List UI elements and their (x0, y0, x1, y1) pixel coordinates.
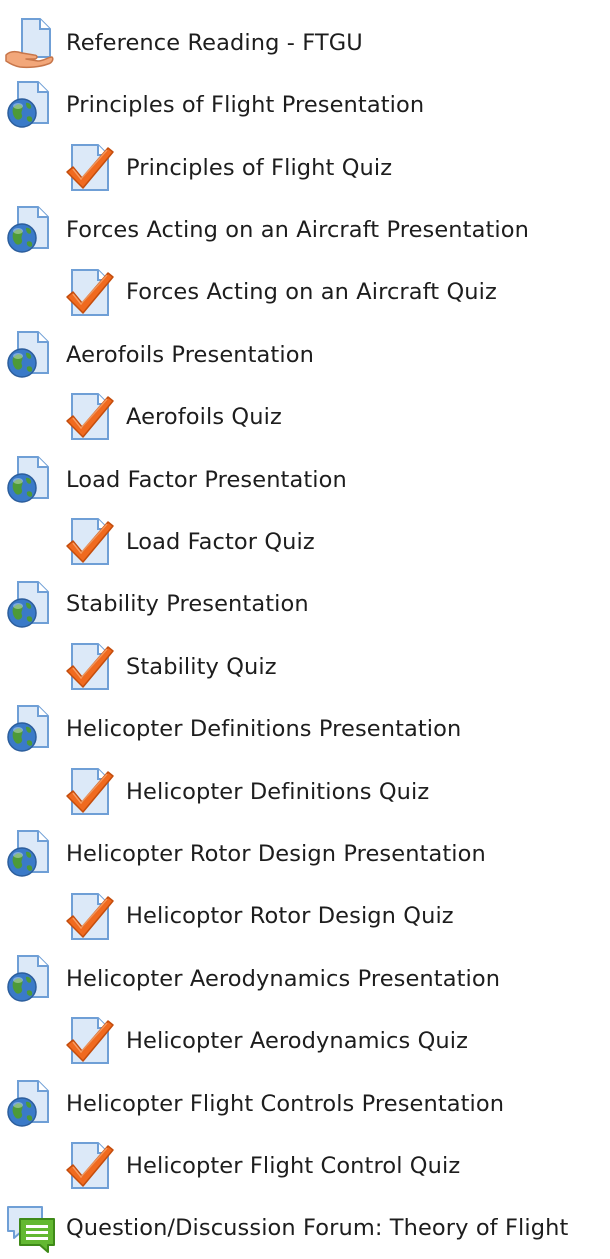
url-activity-item[interactable]: Principles of Flight Presentation (4, 75, 424, 135)
quiz-checkmark-icon (64, 142, 116, 194)
forum-chat-icon (4, 1203, 56, 1255)
url-activity-item[interactable]: Forces Acting on an Aircraft Presentatio… (4, 200, 529, 260)
activity-link[interactable]: Load Factor Quiz (126, 531, 315, 554)
url-globe-icon (4, 579, 56, 631)
activity-link[interactable]: Helicopter Flight Controls Presentation (66, 1093, 504, 1116)
url-globe-icon (4, 703, 56, 755)
url-globe-icon (4, 953, 56, 1005)
url-globe-icon (4, 329, 56, 381)
url-globe-icon (4, 79, 56, 131)
quiz-checkmark-icon (64, 267, 116, 319)
activity-link[interactable]: Aerofoils Quiz (126, 406, 282, 429)
resource-activity-item[interactable]: Reference Reading - FTGU (4, 13, 363, 73)
quiz-checkmark-icon (64, 516, 116, 568)
activity-link[interactable]: Question/Discussion Forum: Theory of Fli… (66, 1217, 568, 1240)
quiz-checkmark-icon (64, 766, 116, 818)
activity-link[interactable]: Aerofoils Presentation (66, 344, 314, 367)
activity-link[interactable]: Reference Reading - FTGU (66, 32, 363, 55)
quiz-checkmark-icon (64, 391, 116, 443)
forum-activity-item[interactable]: Question/Discussion Forum: Theory of Fli… (4, 1199, 568, 1259)
activity-link[interactable]: Forces Acting on an Aircraft Presentatio… (66, 219, 529, 242)
file-hand-icon (4, 17, 56, 69)
quiz-activity-item[interactable]: Aerofoils Quiz (64, 387, 282, 447)
url-activity-item[interactable]: Helicopter Definitions Presentation (4, 699, 461, 759)
quiz-checkmark-icon (64, 641, 116, 693)
quiz-activity-item[interactable]: Forces Acting on an Aircraft Quiz (64, 263, 497, 323)
url-globe-icon (4, 454, 56, 506)
activity-link[interactable]: Principles of Flight Presentation (66, 94, 424, 117)
activity-link[interactable]: Principles of Flight Quiz (126, 157, 392, 180)
activity-link[interactable]: Stability Presentation (66, 593, 309, 616)
activity-link[interactable]: Helicopter Rotor Design Presentation (66, 843, 486, 866)
url-activity-item[interactable]: Aerofoils Presentation (4, 325, 314, 385)
quiz-activity-item[interactable]: Stability Quiz (64, 637, 277, 697)
quiz-activity-item[interactable]: Load Factor Quiz (64, 512, 315, 572)
url-globe-icon (4, 1078, 56, 1130)
quiz-activity-item[interactable]: Helicoptor Rotor Design Quiz (64, 887, 454, 947)
activity-link[interactable]: Stability Quiz (126, 656, 277, 679)
activity-link[interactable]: Helicopter Definitions Quiz (126, 781, 429, 804)
url-activity-item[interactable]: Helicopter Rotor Design Presentation (4, 824, 486, 884)
quiz-checkmark-icon (64, 1015, 116, 1067)
quiz-checkmark-icon (64, 891, 116, 943)
url-globe-icon (4, 828, 56, 880)
url-activity-item[interactable]: Helicopter Flight Controls Presentation (4, 1074, 504, 1134)
quiz-activity-item[interactable]: Helicopter Flight Control Quiz (64, 1136, 460, 1196)
url-activity-item[interactable]: Helicopter Aerodynamics Presentation (4, 949, 500, 1009)
activity-link[interactable]: Load Factor Presentation (66, 469, 347, 492)
url-globe-icon (4, 204, 56, 256)
quiz-activity-item[interactable]: Helicopter Definitions Quiz (64, 762, 429, 822)
activity-link[interactable]: Helicopter Aerodynamics Presentation (66, 968, 500, 991)
activity-link[interactable]: Helicoptor Rotor Design Quiz (126, 905, 454, 928)
activity-link[interactable]: Helicopter Definitions Presentation (66, 718, 461, 741)
quiz-checkmark-icon (64, 1140, 116, 1192)
activity-link[interactable]: Forces Acting on an Aircraft Quiz (126, 281, 497, 304)
quiz-activity-item[interactable]: Principles of Flight Quiz (64, 138, 392, 198)
url-activity-item[interactable]: Stability Presentation (4, 575, 309, 635)
url-activity-item[interactable]: Load Factor Presentation (4, 450, 347, 510)
quiz-activity-item[interactable]: Helicopter Aerodynamics Quiz (64, 1011, 468, 1071)
activity-link[interactable]: Helicopter Flight Control Quiz (126, 1155, 460, 1178)
activity-link[interactable]: Helicopter Aerodynamics Quiz (126, 1030, 468, 1053)
